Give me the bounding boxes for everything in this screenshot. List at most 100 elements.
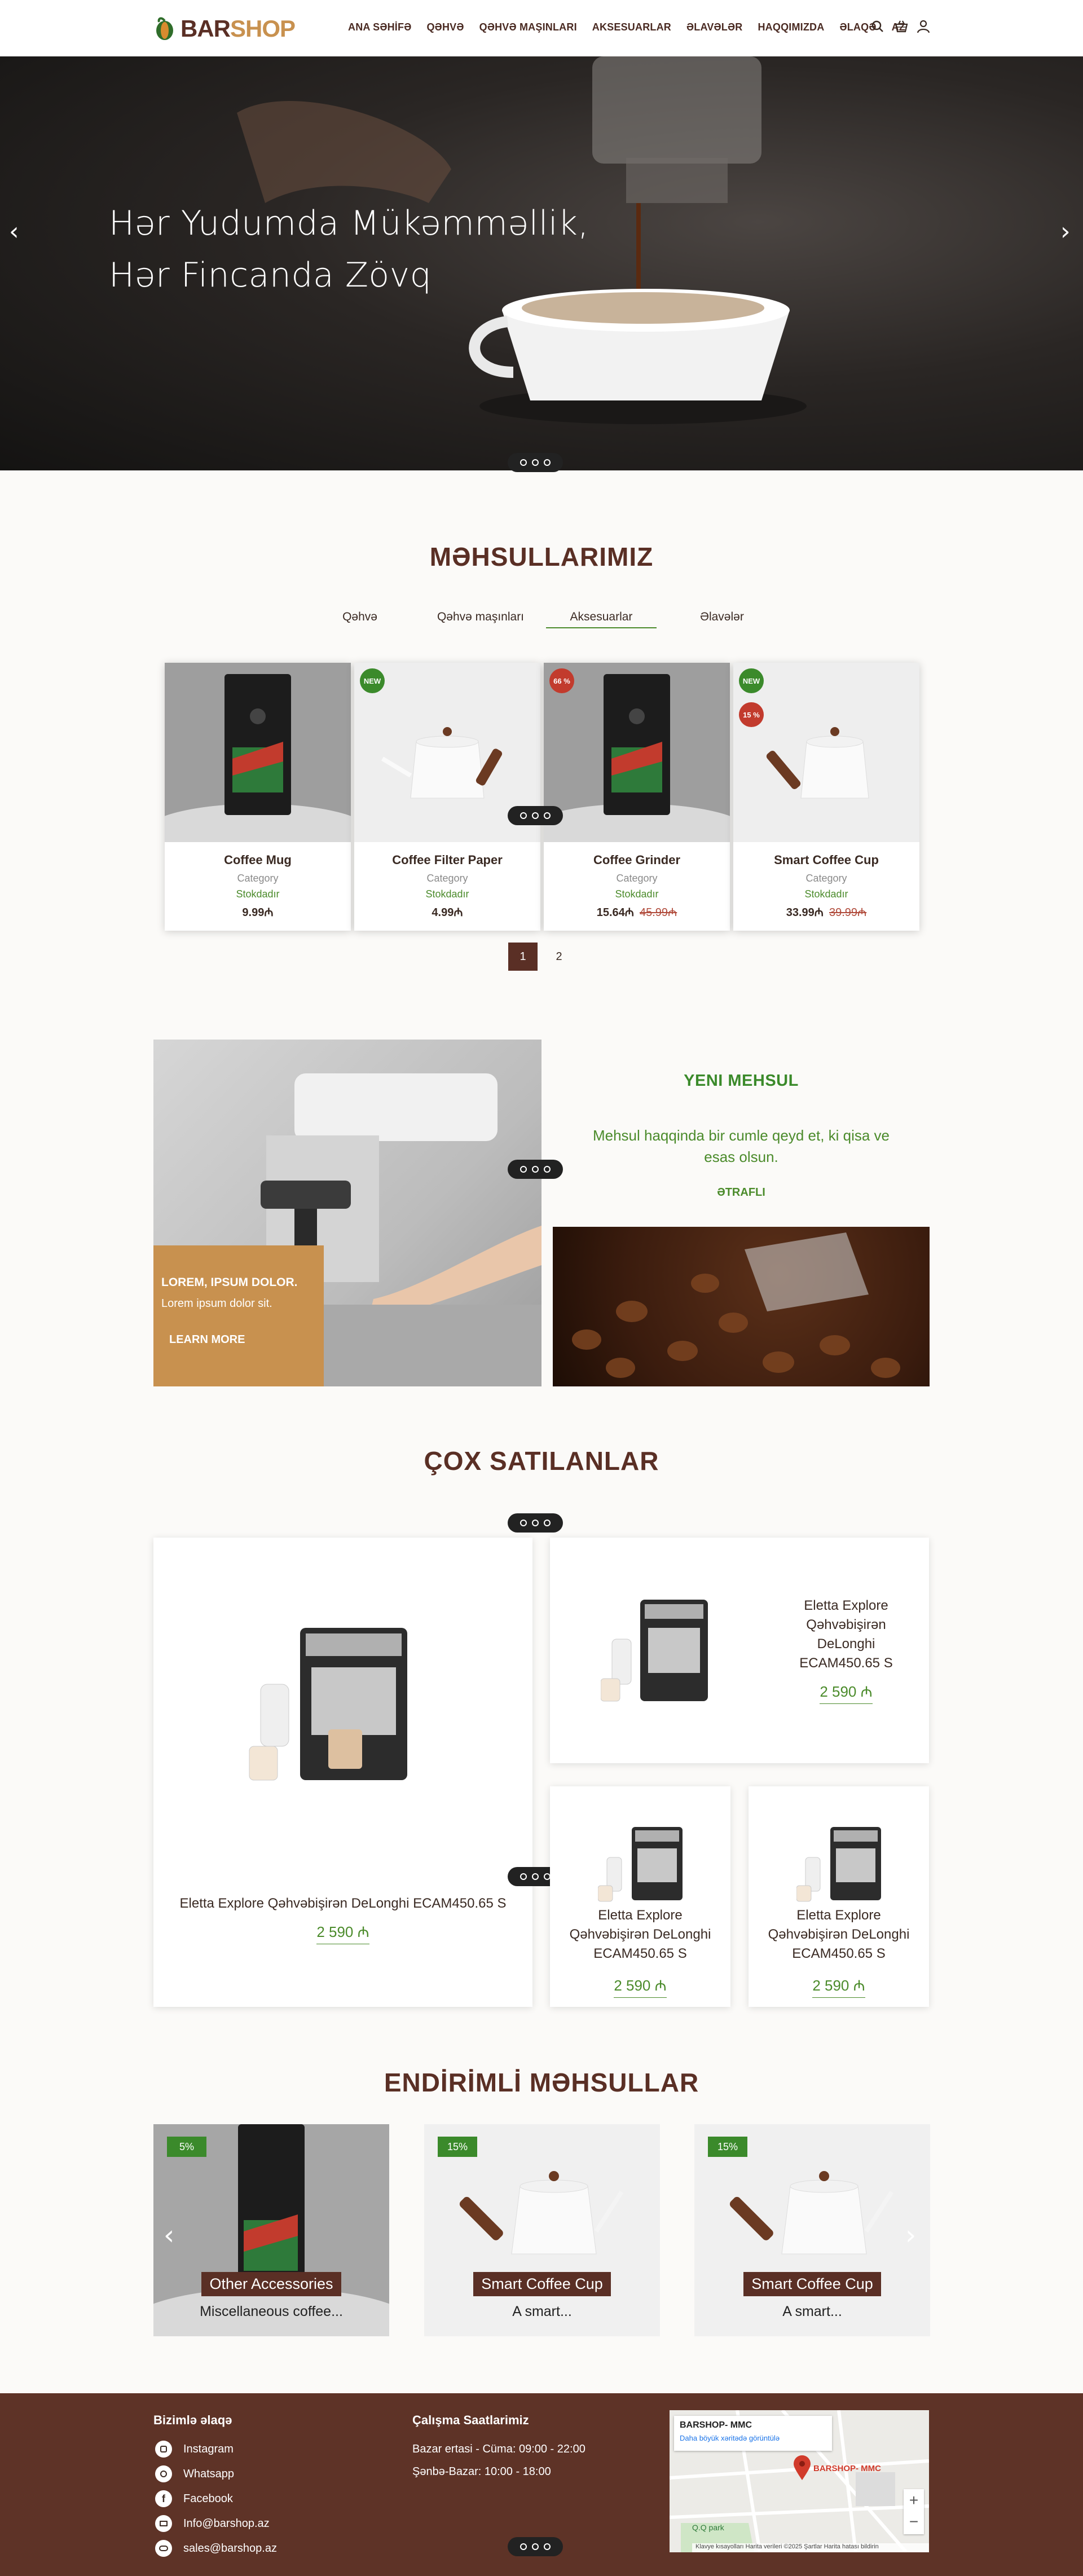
new-product-more-link[interactable]: ƏTRAFLI bbox=[553, 1186, 930, 1199]
facebook-icon: f bbox=[155, 2490, 172, 2507]
discount-description: A smart... bbox=[782, 2304, 842, 2319]
contact-info-email[interactable]: Info@barshop.az bbox=[183, 2517, 270, 2530]
hero-line-1: Hər Yudumda Mükəmməllik, bbox=[109, 204, 589, 243]
main-nav: ANA SƏHİFƏ QƏHVƏ QƏHVƏ MAŞINLARI AKSESUA… bbox=[348, 21, 921, 33]
logo-shop-text: SHOP bbox=[230, 15, 296, 42]
discount-next-arrow[interactable]: › bbox=[905, 2220, 916, 2251]
bestseller-card[interactable]: Eletta Explore Qəhvəbişirən DeLonghi ECA… bbox=[550, 1538, 929, 1763]
product-name[interactable]: Coffee Filter Paper bbox=[354, 853, 540, 868]
product-image bbox=[544, 663, 730, 842]
logo[interactable]: BARSHOP bbox=[153, 15, 296, 43]
coffee-machine-image bbox=[796, 1827, 881, 1902]
location-map[interactable]: BARSHOP- MMC Daha böyük xəritədə görüntü… bbox=[670, 2410, 929, 2552]
coffee-machine-image bbox=[598, 1827, 683, 1902]
product-card[interactable]: NEW Coffee Filter Paper Category Stokdad… bbox=[354, 663, 540, 931]
site-header: BARSHOP ANA SƏHİFƏ QƏHVƏ QƏHVƏ MAŞINLARI… bbox=[0, 0, 1083, 56]
nav-coffee-machines[interactable]: QƏHVƏ MAŞINLARI bbox=[479, 21, 577, 33]
contact-sales-email[interactable]: sales@barshop.az bbox=[183, 2542, 277, 2555]
bestseller-price: 2 590 ₼ bbox=[757, 1975, 921, 1998]
logo-bar-text: BAR bbox=[180, 15, 231, 42]
coffee-beans-image bbox=[553, 1227, 930, 1386]
nav-extras[interactable]: ƏLAVƏLƏR bbox=[686, 21, 742, 33]
product-stock: Stokdadır bbox=[236, 888, 280, 900]
contact-instagram[interactable]: Instagram bbox=[183, 2443, 234, 2456]
discount-description: A smart... bbox=[512, 2304, 572, 2319]
price-current: 33.99₼ bbox=[786, 906, 824, 919]
bestseller-card[interactable]: Eletta Explore Qəhvəbişirən DeLonghi ECA… bbox=[550, 1786, 730, 2007]
discount-prev-arrow[interactable]: ‹ bbox=[164, 2220, 174, 2251]
hero-prev-arrow[interactable]: ‹ bbox=[9, 217, 19, 246]
bestseller-card[interactable]: Eletta Explore Qəhvəbişirən DeLonghi ECA… bbox=[749, 1786, 929, 2007]
tab-extras[interactable]: Əlavələr bbox=[688, 610, 756, 624]
learn-more-link[interactable]: LEARN MORE bbox=[169, 1333, 245, 1346]
product-category: Category bbox=[616, 873, 658, 884]
basket-icon[interactable] bbox=[894, 19, 909, 34]
product-card[interactable]: 66 % Coffee Grinder Category Stokdadır 1… bbox=[544, 663, 730, 931]
tab-accessories[interactable]: Aksesuarlar bbox=[546, 610, 657, 628]
bestseller-name: Eletta Explore Qəhvəbişirən DeLonghi ECA… bbox=[768, 1908, 910, 1961]
product-name[interactable]: Smart Coffee Cup bbox=[733, 853, 919, 868]
discount-card[interactable]: 5% Other Accessories Miscellaneous coffe… bbox=[153, 2124, 389, 2336]
product-card[interactable]: Coffee Mug Category Stokdadır 9.99₼ bbox=[165, 663, 351, 931]
nav-accessories[interactable]: AKSESUARLAR bbox=[592, 21, 671, 33]
bestseller-featured-card[interactable]: Eletta Explore Qəhvəbişirən DeLonghi ECA… bbox=[153, 1538, 532, 2007]
contact-facebook[interactable]: Facebook bbox=[183, 2493, 233, 2505]
map-larger-link[interactable]: Daha böyük xəritədə görüntülə bbox=[680, 2434, 780, 2442]
discount-card[interactable]: 15% Smart Coffee Cup A smart... bbox=[694, 2124, 930, 2336]
product-image bbox=[165, 663, 351, 842]
page-2-button[interactable]: 2 bbox=[544, 943, 574, 971]
nav-home[interactable]: ANA SƏHİFƏ bbox=[348, 21, 411, 33]
contact-whatsapp[interactable]: Whatsapp bbox=[183, 2468, 234, 2481]
zoom-in-button[interactable]: + bbox=[904, 2489, 924, 2512]
product-category: Category bbox=[426, 873, 468, 884]
search-icon[interactable] bbox=[870, 19, 885, 34]
product-name[interactable]: Coffee Grinder bbox=[544, 853, 730, 868]
bestseller-name: Eletta Explore Qəhvəbişirən DeLonghi ECA… bbox=[179, 1896, 507, 1911]
floating-toolbar[interactable] bbox=[508, 806, 563, 825]
product-name[interactable]: Coffee Mug bbox=[165, 853, 351, 868]
discount-badge: 66 % bbox=[549, 668, 574, 693]
promo-box-text: Lorem ipsum dolor sit. bbox=[161, 1297, 272, 1310]
tab-coffee[interactable]: Qəhvə bbox=[336, 610, 384, 624]
product-card[interactable]: NEW 15 % Smart Coffee Cup Category Stokd… bbox=[733, 663, 919, 931]
map-park-label: Q.Q park bbox=[692, 2523, 724, 2532]
discount-label-text: Smart Coffee Cup bbox=[743, 2272, 881, 2296]
discount-card[interactable]: 15% Smart Coffee Cup A smart... bbox=[424, 2124, 660, 2336]
nav-about[interactable]: HAQQIMIZDA bbox=[758, 21, 824, 33]
discount-label-text: Smart Coffee Cup bbox=[473, 2272, 611, 2296]
discount-percent-badge: 15% bbox=[708, 2137, 747, 2157]
floating-toolbar[interactable] bbox=[508, 1160, 563, 1179]
floating-toolbar[interactable] bbox=[508, 453, 563, 472]
nav-coffee[interactable]: QƏHVƏ bbox=[426, 21, 464, 33]
promo-box: LOREM, IPSUM DOLOR. Lorem ipsum dolor si… bbox=[153, 1245, 324, 1386]
discount-badge: 15 % bbox=[739, 702, 764, 727]
bestseller-name: Eletta Explore Qəhvəbişirən DeLonghi ECA… bbox=[799, 1598, 893, 1671]
contact-title: Bizimlə əlaqə bbox=[153, 2413, 232, 2427]
price-current: 15.64₼ bbox=[596, 906, 634, 919]
promo-box-title: LOREM, IPSUM DOLOR. bbox=[161, 1276, 298, 1289]
floating-toolbar[interactable] bbox=[508, 1513, 563, 1533]
hero-line-2: Hər Fincanda Zövq bbox=[109, 256, 432, 295]
coffee-machine-image bbox=[601, 1600, 708, 1702]
bestseller-price-value: 2 590 ₼ bbox=[614, 1977, 667, 1998]
bestseller-price: 2 590 ₼ bbox=[153, 1921, 532, 1944]
product-price: 4.99₼ bbox=[354, 904, 540, 919]
discount-label: Smart Coffee Cup bbox=[424, 2272, 660, 2296]
hero-slider: Hər Yudumda Mükəmməllik, Hər Fincanda Zö… bbox=[0, 56, 1083, 470]
discount-percent-badge: 5% bbox=[167, 2137, 206, 2157]
page-1-button[interactable]: 1 bbox=[508, 943, 538, 971]
hero-next-arrow[interactable]: › bbox=[1060, 217, 1071, 246]
discount-label: Smart Coffee Cup bbox=[694, 2272, 930, 2296]
new-product-text: Mehsul haqqinda bir cumle qeyd et, ki qi… bbox=[592, 1127, 890, 1165]
product-stock: Stokdadır bbox=[804, 888, 848, 900]
user-icon[interactable] bbox=[916, 19, 931, 34]
floating-toolbar[interactable] bbox=[508, 2537, 563, 2556]
new-product-title: YENI MEHSUL bbox=[684, 1072, 799, 1090]
bestseller-price-value: 2 590 ₼ bbox=[316, 1923, 369, 1944]
price-current: 9.99₼ bbox=[242, 906, 274, 919]
map-pin-icon bbox=[794, 2455, 811, 2480]
product-category: Category bbox=[805, 873, 847, 884]
product-tabs: Qəhvə Qəhvə maşınları Aksesuarlar Əlavəl… bbox=[0, 610, 1083, 633]
tab-coffee-machines[interactable]: Qəhvə maşınları bbox=[427, 610, 534, 624]
zoom-out-button[interactable]: − bbox=[904, 2512, 924, 2534]
